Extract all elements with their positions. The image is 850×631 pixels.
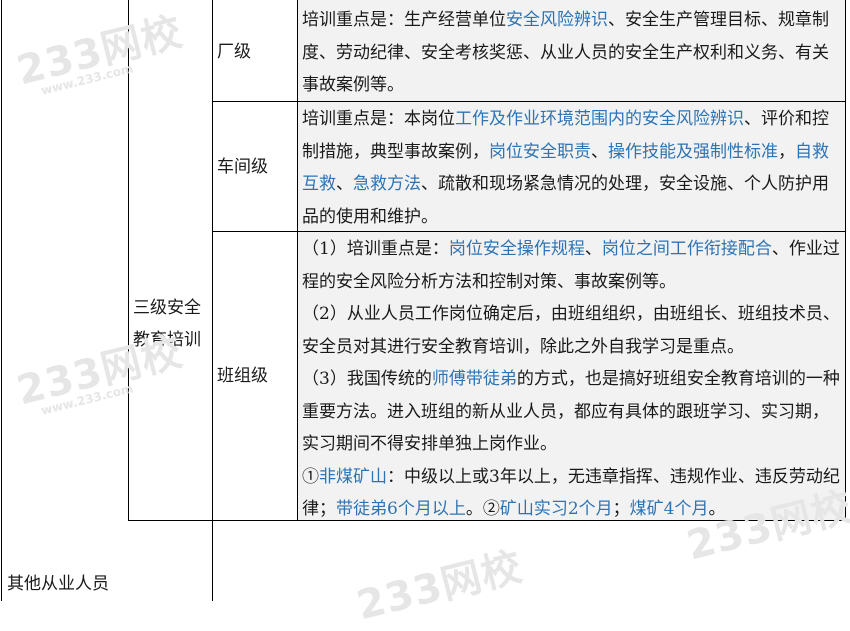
highlight-text: 煤矿4个月 [629, 499, 709, 519]
body-text: 培训重点是：生产经营单位 [302, 10, 506, 30]
content-cell-factory: 培训重点是：生产经营单位安全风险辨识、安全生产管理目标、规章制度、劳动纪律、安全… [302, 4, 842, 102]
body-text: 、 [336, 174, 353, 194]
highlight-text: 岗位安全操作规程 [448, 239, 585, 259]
body-text: （3）我国传统的 [302, 369, 432, 389]
body-text: 。 [708, 499, 726, 519]
highlight-text: 岗位之间工作衔接配合 [601, 239, 772, 259]
body-text: 。② [465, 499, 500, 519]
body-text: 培训重点是：本岗位 [302, 109, 455, 129]
level-label-factory: 厂级 [217, 42, 251, 62]
grid-vline [128, 0, 129, 520]
training-table: 其他从业人员 三级安全 教育培训 厂级 车间级 班组级 培训重点是：生产经营单位… [0, 0, 850, 601]
grid-vline [845, 0, 846, 520]
highlight-text: 师傅带徒弟 [431, 369, 517, 389]
content-cell-workshop: 培训重点是：本岗位工作及作业环境范围内的安全风险辨识、评价和控制措施，典型事故案… [302, 103, 842, 233]
body-text: ① [302, 466, 319, 487]
body-text: ， [778, 141, 795, 162]
highlight-text: 带徒弟6个月以上 [336, 499, 466, 519]
body-text: 、 [584, 239, 602, 259]
highlight-text: 矿山实习2个月 [499, 499, 613, 519]
body-text: （1）培训重点是： [302, 239, 449, 259]
highlight-text: 操作技能及强制性标准 [608, 141, 778, 162]
content-cell-team: （1）培训重点是：岗位安全操作规程、岗位之间工作衔接配合、作业过程的安全风险分析… [302, 233, 842, 526]
group-label-line2: 教育培训 [133, 330, 201, 350]
highlight-text: 非煤矿山 [319, 466, 387, 487]
left-column-label: 其他从业人员 [7, 574, 109, 594]
body-text: （2）从业人员工作岗位确定后，由班组组织，由班组长、班组技术员、安全员对其进行安… [302, 304, 840, 357]
level-label-team: 班组级 [217, 366, 268, 386]
group-label-line1: 三级安全 [133, 298, 201, 318]
grid-vline [297, 0, 298, 520]
level-label-workshop: 车间级 [217, 157, 268, 177]
highlight-text: 安全风险辨识 [506, 10, 608, 30]
highlight-text: 急救方法 [353, 174, 421, 194]
grid-vline [1, 0, 2, 601]
highlight-text: 岗位安全职责 [489, 141, 591, 162]
body-text: 、 [591, 141, 608, 162]
body-text: ； [612, 499, 630, 519]
group-label: 三级安全 教育培训 [133, 292, 213, 356]
highlight-text: 工作及作业环境范围内的安全风险辨识 [455, 109, 744, 129]
